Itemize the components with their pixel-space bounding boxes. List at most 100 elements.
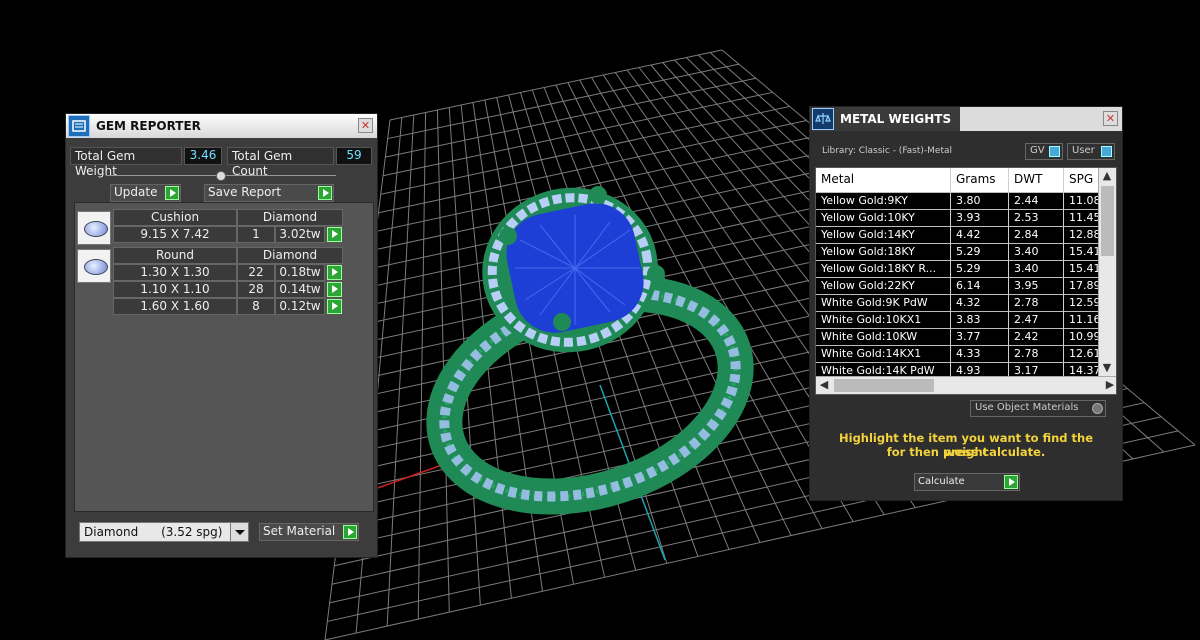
play-icon: [165, 186, 179, 200]
scroll-down-icon[interactable]: ▼: [1099, 360, 1115, 376]
table-row[interactable]: Yellow Gold:18KY R... 5.29 3.40 15.41: [816, 261, 1100, 278]
gem-weight: 0.14tw: [275, 281, 325, 298]
gem-shape-cushion: Cushion: [113, 209, 237, 226]
table-row[interactable]: Yellow Gold:10KY 3.93 2.53 11.45: [816, 210, 1100, 227]
gem-material-cushion: Diamond: [237, 209, 343, 226]
spg-cell: 12.59: [1064, 295, 1100, 312]
table-row[interactable]: Yellow Gold:18KY 5.29 3.40 15.41: [816, 244, 1100, 261]
table-row[interactable]: White Gold:9K PdW 4.32 2.78 12.59: [816, 295, 1100, 312]
calculate-button[interactable]: Calculate: [914, 473, 1020, 491]
vertical-scroll-thumb[interactable]: [1101, 186, 1114, 256]
grams-cell: 4.33: [951, 346, 1009, 363]
round-gem-thumbnail[interactable]: [77, 249, 111, 283]
material-select[interactable]: Diamond (3.52 spg): [79, 522, 249, 542]
gem-reporter-panel: GEM REPORTER ✕ Total Gem Weight 3.46 Tot…: [65, 113, 378, 558]
select-gem-button[interactable]: [327, 227, 342, 242]
user-toggle-knob: [1101, 146, 1112, 157]
play-icon: [343, 525, 357, 539]
user-toggle[interactable]: User: [1067, 143, 1115, 160]
gv-toggle[interactable]: GV: [1025, 143, 1063, 160]
set-material-button[interactable]: Set Material: [259, 523, 359, 541]
metal-name-cell: Yellow Gold:10KY: [816, 210, 951, 227]
metal-name-cell: White Gold:9K PdW: [816, 295, 951, 312]
spg-cell: 12.88: [1064, 227, 1100, 244]
spg-cell: 12.61: [1064, 346, 1100, 363]
gem-shape-round: Round: [113, 247, 237, 264]
vertical-scrollbar[interactable]: ▲ ▼: [1098, 168, 1116, 378]
gem-reporter-icon: [68, 115, 90, 137]
metal-weights-table[interactable]: Metal Grams DWT SPG Yellow Gold:9KY 3.80 2…: [815, 167, 1117, 395]
balance-scale-icon: [812, 108, 834, 130]
close-icon[interactable]: ✕: [358, 118, 373, 133]
close-icon[interactable]: ✕: [1103, 111, 1118, 126]
use-object-materials-toggle[interactable]: Use Object Materials: [970, 400, 1106, 417]
column-header-spg[interactable]: SPG: [1064, 168, 1100, 193]
grams-cell: 3.80: [951, 193, 1009, 210]
dwt-cell: 3.40: [1009, 244, 1064, 261]
slider-handle[interactable]: [216, 171, 226, 181]
dwt-cell: 3.40: [1009, 261, 1064, 278]
ring-model[interactable]: [418, 171, 762, 531]
horizontal-scroll-thumb[interactable]: [834, 379, 934, 392]
update-button[interactable]: Update: [110, 184, 181, 202]
grams-cell: 4.32: [951, 295, 1009, 312]
gv-toggle-knob: [1049, 146, 1060, 157]
library-label: Library: Classic - (Fast)-Metal: [822, 146, 953, 156]
chevron-down-icon[interactable]: [230, 523, 248, 541]
table-row[interactable]: White Gold:10KX1 3.83 2.47 11.16: [816, 312, 1100, 329]
cushion-gem-thumbnail[interactable]: [77, 211, 111, 245]
column-header-grams[interactable]: Grams: [951, 168, 1009, 193]
table-row[interactable]: Yellow Gold:22KY 6.14 3.95 17.89: [816, 278, 1100, 295]
total-gem-weight-value: 3.46: [184, 147, 222, 165]
update-label: Update: [114, 185, 158, 199]
gem-size: 1.10 X 1.10: [113, 281, 237, 298]
dwt-cell: 2.42: [1009, 329, 1064, 346]
gem-reporter-titlebar[interactable]: GEM REPORTER ✕: [66, 114, 377, 138]
grams-cell: 5.29: [951, 244, 1009, 261]
gv-label: GV: [1030, 145, 1045, 156]
gem-count: 22: [237, 264, 275, 281]
select-gem-button[interactable]: [327, 282, 342, 297]
grams-cell: 4.42: [951, 227, 1009, 244]
gem-size-slider[interactable]: [106, 171, 336, 181]
metal-name-cell: White Gold:10KX1: [816, 312, 951, 329]
table-row[interactable]: White Gold:10KW 3.77 2.42 10.99: [816, 329, 1100, 346]
scroll-left-icon[interactable]: ◀: [816, 377, 832, 393]
column-header-dwt[interactable]: DWT: [1009, 168, 1064, 193]
use-object-materials-knob: [1092, 403, 1103, 414]
gem-size: 9.15 X 7.42: [113, 226, 237, 243]
save-report-button[interactable]: Save Report: [204, 184, 334, 202]
table-row[interactable]: Yellow Gold:14KY 4.42 2.84 12.88: [816, 227, 1100, 244]
spg-cell: 17.89: [1064, 278, 1100, 295]
grams-cell: 3.83: [951, 312, 1009, 329]
metal-weights-titlebar[interactable]: METAL WEIGHTS ✕: [810, 107, 1122, 131]
spg-cell: 15.41: [1064, 244, 1100, 261]
metal-name-cell: Yellow Gold:9KY: [816, 193, 951, 210]
scroll-up-icon[interactable]: ▲: [1099, 168, 1115, 184]
grams-cell: 6.14: [951, 278, 1009, 295]
spg-cell: 11.08: [1064, 193, 1100, 210]
total-gem-weight-label: Total Gem Weight: [70, 147, 182, 178]
table-row[interactable]: Yellow Gold:9KY 3.80 2.44 11.08: [816, 193, 1100, 210]
select-gem-button[interactable]: [327, 299, 342, 314]
metal-weights-panel: METAL WEIGHTS ✕ Library: Classic - (Fast…: [809, 106, 1123, 501]
spg-cell: 11.16: [1064, 312, 1100, 329]
metal-name-cell: White Gold:14KX1: [816, 346, 951, 363]
table-row[interactable]: White Gold:14KX1 4.33 2.78 12.61: [816, 346, 1100, 363]
metal-name-cell: Yellow Gold:18KY: [816, 244, 951, 261]
horizontal-scrollbar[interactable]: ◀ ▶: [816, 376, 1116, 394]
material-select-value: Diamond (3.52 spg): [84, 525, 223, 539]
save-report-label: Save Report: [208, 185, 282, 199]
metal-weights-title: METAL WEIGHTS: [840, 112, 952, 126]
metal-name-cell: Yellow Gold:14KY: [816, 227, 951, 244]
grams-cell: 3.77: [951, 329, 1009, 346]
select-gem-button[interactable]: [327, 265, 342, 280]
column-header-metal[interactable]: Metal: [816, 168, 951, 193]
gem-material-round: Diamond: [237, 247, 343, 264]
table-header-row: Metal Grams DWT SPG: [816, 168, 1100, 193]
spg-cell: 11.45: [1064, 210, 1100, 227]
metal-name-cell: Yellow Gold:22KY: [816, 278, 951, 295]
scroll-right-icon[interactable]: ▶: [1102, 377, 1116, 393]
gem-weight: 3.02tw: [275, 226, 325, 243]
metal-name-cell: White Gold:10KW: [816, 329, 951, 346]
